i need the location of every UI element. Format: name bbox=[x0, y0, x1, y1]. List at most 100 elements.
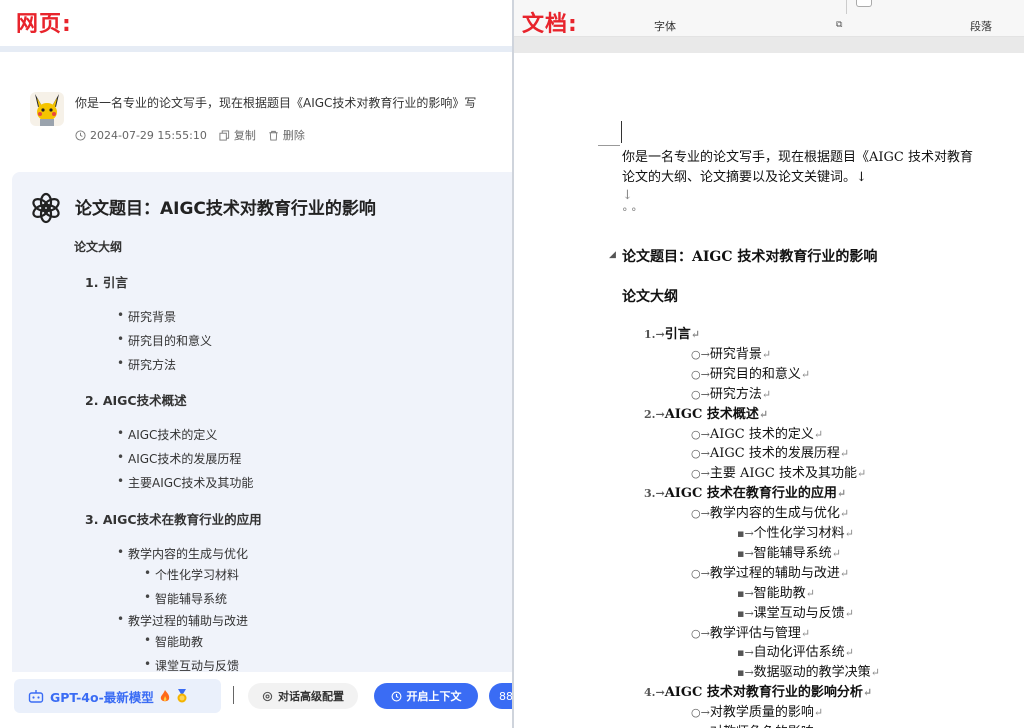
ribbon-font-group[interactable]: 字体 bbox=[654, 18, 676, 34]
doc-outline-heading[interactable]: 论文大纲 bbox=[622, 286, 678, 306]
enable-context-button[interactable]: 开启上下文 bbox=[374, 683, 478, 709]
doc-line-text: 课堂互动与反馈 bbox=[753, 605, 845, 621]
doc-title[interactable]: 论文题目：AIGC 技术对教育行业的影响 bbox=[622, 246, 877, 266]
doc-line-text: 引言 bbox=[664, 327, 691, 342]
paragraph-mark-icon: ↵ bbox=[839, 566, 850, 580]
doc-sub-list-item[interactable]: ▪→自动化评估系统↵ bbox=[737, 641, 854, 660]
document-panel: 字体 ⧉ 段落 文档: 你是一名专业的论文写手，现在根据题目《AIGC 技术对教… bbox=[512, 0, 1024, 728]
list-marker: ○→ bbox=[691, 347, 710, 361]
doc-line-text: 数据驱动的教学决策 bbox=[753, 665, 871, 681]
doc-line-text: 个性化学习材料 bbox=[753, 526, 845, 541]
list-marker: ○→ bbox=[691, 447, 710, 461]
doc-section-heading[interactable]: 2.→AIGC 技术概述↵ bbox=[644, 403, 768, 422]
doc-list-item[interactable]: ○→教学过程的辅助与改进↵ bbox=[691, 562, 849, 581]
list-marker: ○→ bbox=[691, 626, 710, 640]
doc-line-text: 主要 AIGC 技术及其功能 bbox=[709, 466, 857, 482]
doc-line-text: 教学评估与管理 bbox=[709, 625, 801, 641]
list-marker: ○→ bbox=[691, 387, 710, 401]
list-marker: 2.→ bbox=[644, 407, 665, 421]
user-prompt-text: 你是一名专业的论文写手，现在根据题目《AIGC技术对教育行业的影响》写 bbox=[75, 96, 477, 110]
ribbon-control[interactable] bbox=[856, 0, 872, 7]
advanced-config-button[interactable]: 对话高级配置 bbox=[248, 683, 358, 709]
doc-sub-list-item[interactable]: ▪→个性化学习材料↵ bbox=[737, 522, 854, 541]
paragraph-mark-icon: ↵ bbox=[844, 646, 854, 660]
doc-list-item[interactable]: ○→研究目的和意义↵ bbox=[691, 363, 810, 382]
config-label: 对话高级配置 bbox=[278, 690, 344, 703]
paragraph-mark-icon: ↵ bbox=[761, 387, 772, 401]
sub-list-item: 个性化学习材料 bbox=[144, 566, 239, 583]
section-title: 引言 bbox=[102, 275, 128, 290]
doc-line-text: AIGC 技术的发展历程 bbox=[709, 446, 840, 462]
web-panel: 网页: 你是一名专业的论文写手，现在根据题目《AIGC技术对教育行业的影响》写 … bbox=[0, 0, 512, 728]
doc-line-text: AIGC 技术的定义 bbox=[709, 426, 814, 442]
section-3-heading: 3. AIGC技术在教育行业的应用 bbox=[85, 509, 262, 528]
paragraph-mark-icon: ↵ bbox=[690, 328, 700, 341]
doc-list-item[interactable]: ○→教学评估与管理↵ bbox=[691, 622, 810, 641]
web-label: 网页: bbox=[16, 12, 72, 37]
paragraph-mark-icon: ↵ bbox=[856, 467, 867, 481]
more-button[interactable]: 88 bbox=[489, 683, 512, 709]
doc-list-item[interactable]: ○→对教师角色的影响↵ bbox=[691, 721, 823, 728]
doc-list-item[interactable]: ○→教学内容的生成与优化↵ bbox=[691, 502, 849, 521]
medal-icon bbox=[177, 689, 187, 703]
list-item: 教学过程的辅助与改进 bbox=[117, 612, 248, 629]
doc-prompt-line-2[interactable]: 论文的大纲、论文摘要以及论文关键词。↓ bbox=[622, 166, 867, 185]
list-marker: ○→ bbox=[691, 367, 710, 381]
answer-card: 论文题目：AIGC技术对教育行业的影响 论文大纲 1. 引言 研究背景 研究目的… bbox=[12, 172, 512, 672]
list-marker: ○→ bbox=[691, 467, 710, 481]
answer-title: 论文题目：AIGC技术对教育行业的影响 bbox=[75, 199, 376, 219]
robot-icon bbox=[28, 690, 44, 703]
paragraph-mark-icon: ↵ bbox=[831, 546, 841, 560]
list-item: 研究目的和意义 bbox=[117, 332, 212, 349]
ribbon-paragraph-group[interactable]: 段落 bbox=[970, 18, 992, 34]
doc-list-item[interactable]: ○→主要 AIGC 技术及其功能↵ bbox=[691, 462, 866, 481]
doc-line-text: 教学过程的辅助与改进 bbox=[709, 565, 840, 581]
doc-list-item[interactable]: ○→对教学质量的影响↵ bbox=[691, 701, 823, 720]
list-item: 研究方法 bbox=[117, 356, 176, 373]
doc-list-item[interactable]: ○→AIGC 技术的定义↵ bbox=[691, 423, 823, 442]
doc-line-text: 对教学质量的影响 bbox=[709, 705, 814, 721]
copy-button[interactable]: 复制 bbox=[219, 127, 256, 143]
copy-icon bbox=[219, 129, 229, 141]
paragraph-mark-icon: ↵ bbox=[836, 487, 847, 501]
document-label: 文档: bbox=[522, 12, 578, 37]
header-divider bbox=[0, 46, 512, 52]
settings-icon bbox=[262, 691, 273, 701]
model-label: GPT-4o-最新模型 bbox=[50, 689, 154, 705]
list-item: 研究背景 bbox=[117, 308, 176, 325]
doc-sub-list-item[interactable]: ▪→智能辅导系统↵ bbox=[737, 542, 841, 561]
paragraph-mark-icon: ↵ bbox=[758, 407, 769, 421]
list-marker: 3.→ bbox=[644, 487, 665, 501]
more-label: 88 bbox=[499, 689, 512, 703]
doc-sub-list-item[interactable]: ▪→数据驱动的教学决策↵ bbox=[737, 661, 880, 680]
paragraph-mark-icon: ↵ bbox=[805, 586, 815, 600]
doc-section-heading[interactable]: 3.→AIGC 技术在教育行业的应用↵ bbox=[644, 482, 846, 501]
doc-prompt-line-1[interactable]: 你是一名专业的论文写手，现在根据题目《AIGC 技术对教育 bbox=[622, 146, 973, 165]
ribbon-divider bbox=[846, 0, 847, 14]
doc-line-text: 智能辅导系统 bbox=[753, 545, 832, 561]
list-item: 主要AIGC技术及其功能 bbox=[117, 474, 253, 491]
doc-line-text: 研究目的和意义 bbox=[709, 366, 801, 382]
model-select-button[interactable]: GPT-4o-最新模型 bbox=[14, 679, 221, 713]
user-avatar bbox=[30, 92, 64, 126]
doc-section-heading[interactable]: 4.→AIGC 技术对教育行业的影响分析↵ bbox=[644, 681, 872, 700]
list-marker: ▪→ bbox=[737, 666, 754, 680]
doc-list-item[interactable]: ○→研究背景↵ bbox=[691, 343, 771, 362]
doc-line-text: 智能助教 bbox=[753, 585, 806, 601]
section-title: AIGC技术在教育行业的应用 bbox=[102, 512, 262, 527]
doc-list-item[interactable]: ○→研究方法↵ bbox=[691, 383, 771, 402]
list-marker: ▪→ bbox=[737, 646, 754, 660]
dots-line: ° ° bbox=[622, 206, 637, 219]
font-dialog-launcher-icon[interactable]: ⧉ bbox=[836, 20, 842, 30]
paragraph-mark-icon: ↵ bbox=[862, 686, 873, 700]
list-marker: ▪→ bbox=[737, 546, 754, 560]
outline-heading: 论文大纲 bbox=[74, 240, 123, 254]
timestamp-text: 2024-07-29 15:55:10 bbox=[90, 128, 207, 142]
doc-list-item[interactable]: ○→AIGC 技术的发展历程↵ bbox=[691, 442, 849, 461]
collapse-triangle-icon[interactable]: ◢ bbox=[609, 250, 616, 260]
doc-sub-list-item[interactable]: ▪→课堂互动与反馈↵ bbox=[737, 602, 854, 621]
delete-button[interactable]: 删除 bbox=[268, 127, 305, 143]
copy-label: 复制 bbox=[233, 129, 256, 142]
doc-section-heading[interactable]: 1.→引言↵ bbox=[644, 323, 700, 342]
doc-sub-list-item[interactable]: ▪→智能助教↵ bbox=[737, 582, 815, 601]
